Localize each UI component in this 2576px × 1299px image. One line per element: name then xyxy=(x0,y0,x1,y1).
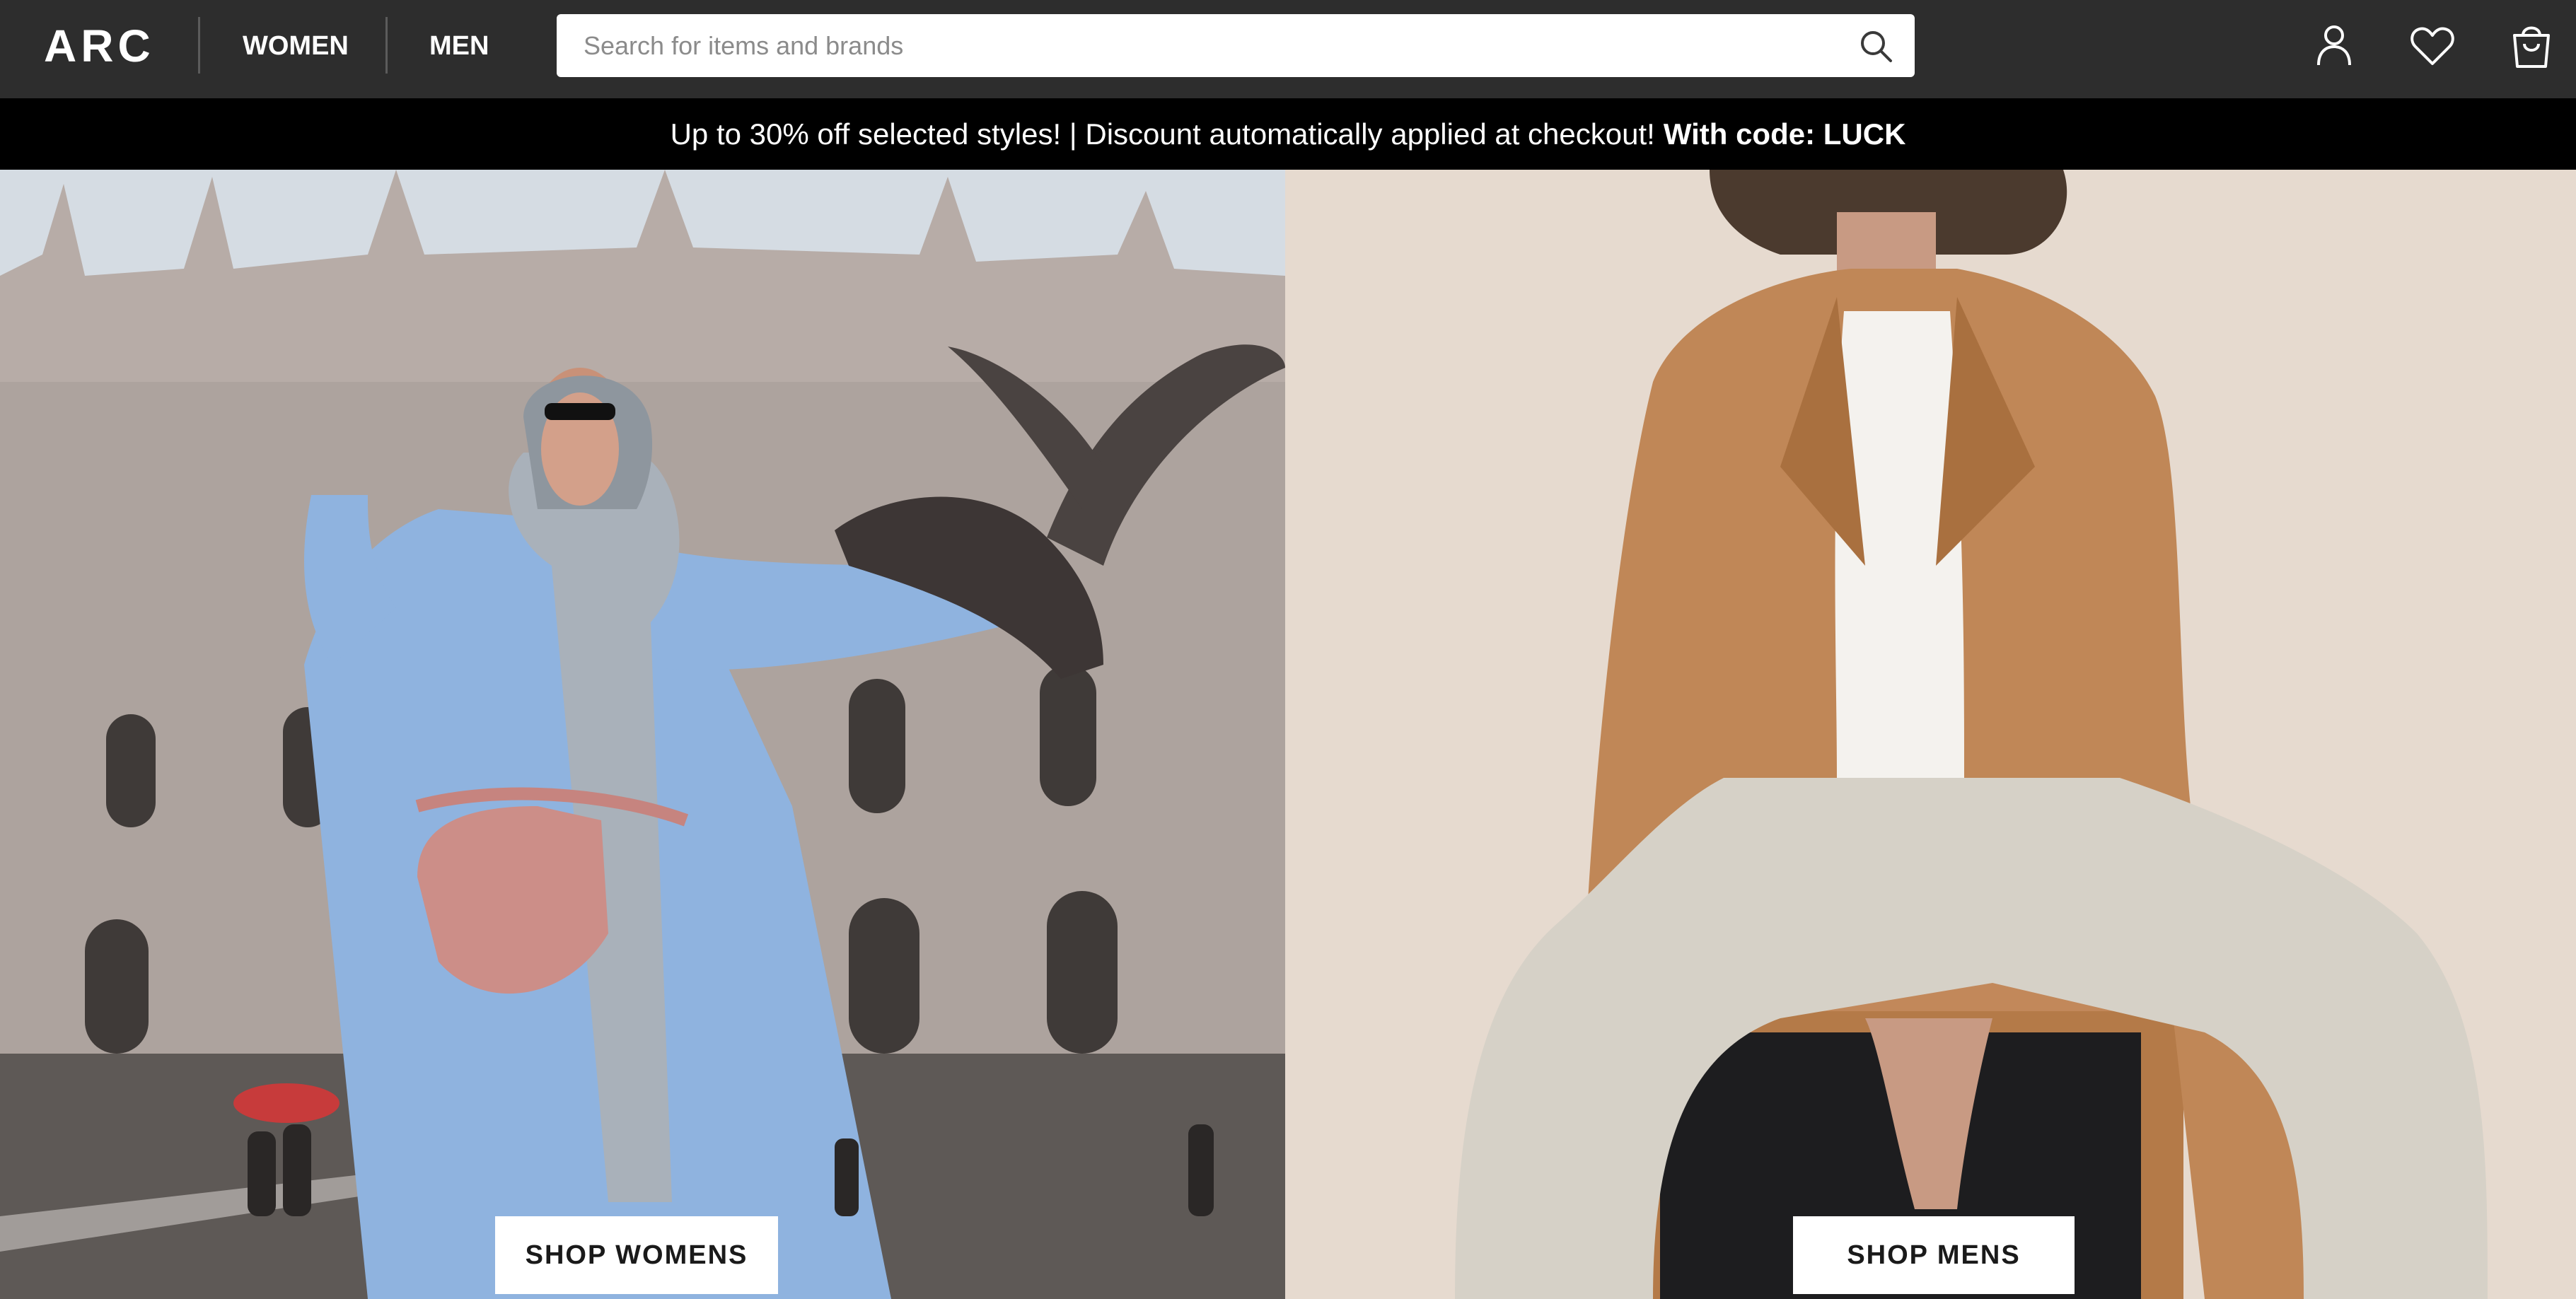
nav-women-link[interactable]: WOMEN xyxy=(243,28,349,64)
promo-text: Up to 30% off selected styles! | Discoun… xyxy=(670,117,1655,151)
shop-womens-button[interactable]: SHOP WOMENS xyxy=(495,1216,778,1294)
shop-mens-button[interactable]: SHOP MENS xyxy=(1793,1216,2075,1294)
search-bar xyxy=(557,14,1915,77)
logo[interactable]: ARC xyxy=(44,21,155,71)
women-hero-photo xyxy=(0,170,1285,1299)
promo-code: With code: LUCK xyxy=(1663,117,1906,151)
heart-icon[interactable] xyxy=(2408,21,2456,69)
hero-women-image[interactable]: SHOP WOMENS xyxy=(0,170,1285,1299)
account-icon[interactable] xyxy=(2310,21,2358,69)
search-input[interactable] xyxy=(584,14,1814,77)
nav-divider xyxy=(385,17,388,74)
site-header: ARC WOMEN MEN xyxy=(0,0,2576,98)
nav-men-link[interactable]: MEN xyxy=(429,28,489,64)
search-icon[interactable] xyxy=(1858,28,1893,64)
hero-men-image[interactable]: SHOP MENS xyxy=(1285,170,2576,1299)
promo-banner: Up to 30% off selected styles! | Discoun… xyxy=(0,98,2576,170)
shopping-bag-icon[interactable] xyxy=(2507,21,2555,69)
men-hero-photo xyxy=(1285,170,2576,1299)
nav-divider xyxy=(198,17,200,74)
